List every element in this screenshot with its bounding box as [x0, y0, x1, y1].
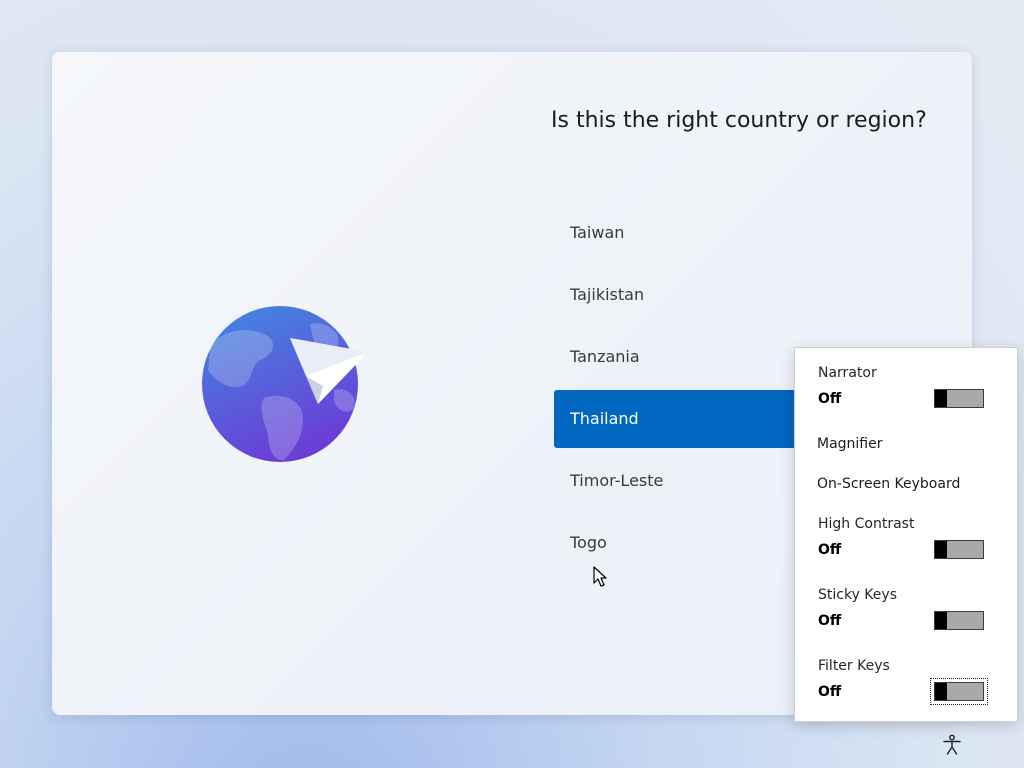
filter-keys-state: Off — [818, 684, 842, 700]
high-contrast-state: Off — [818, 542, 842, 558]
on-screen-keyboard-button[interactable]: On-Screen Keyboard — [817, 476, 960, 492]
page-title: Is this the right country or region? — [551, 108, 927, 133]
accessibility-flyout: Narrator Off Magnifier On-Screen Keyboar… — [794, 347, 1018, 722]
high-contrast-toggle[interactable] — [934, 540, 984, 559]
mouse-cursor — [593, 566, 607, 587]
filter-keys-label: Filter Keys — [818, 658, 890, 674]
country-item-taiwan[interactable]: Taiwan — [554, 204, 954, 262]
sticky-keys-label: Sticky Keys — [818, 587, 897, 603]
high-contrast-label: High Contrast — [818, 516, 915, 532]
country-item-tajikistan[interactable]: Tajikistan — [554, 266, 954, 324]
narrator-label: Narrator — [818, 365, 877, 381]
filter-keys-toggle[interactable] — [930, 678, 988, 705]
toggle-thumb — [935, 390, 947, 407]
narrator-toggle[interactable] — [934, 389, 984, 408]
sticky-keys-state: Off — [818, 613, 842, 629]
toggle-thumb — [935, 612, 947, 629]
narrator-state: Off — [818, 391, 842, 407]
globe-illustration — [202, 306, 368, 466]
toggle-thumb — [935, 683, 947, 700]
accessibility-icon[interactable] — [940, 733, 964, 757]
magnifier-button[interactable]: Magnifier — [817, 436, 883, 452]
sticky-keys-toggle[interactable] — [934, 611, 984, 630]
toggle-thumb — [935, 541, 947, 558]
globe-icon — [202, 306, 368, 462]
